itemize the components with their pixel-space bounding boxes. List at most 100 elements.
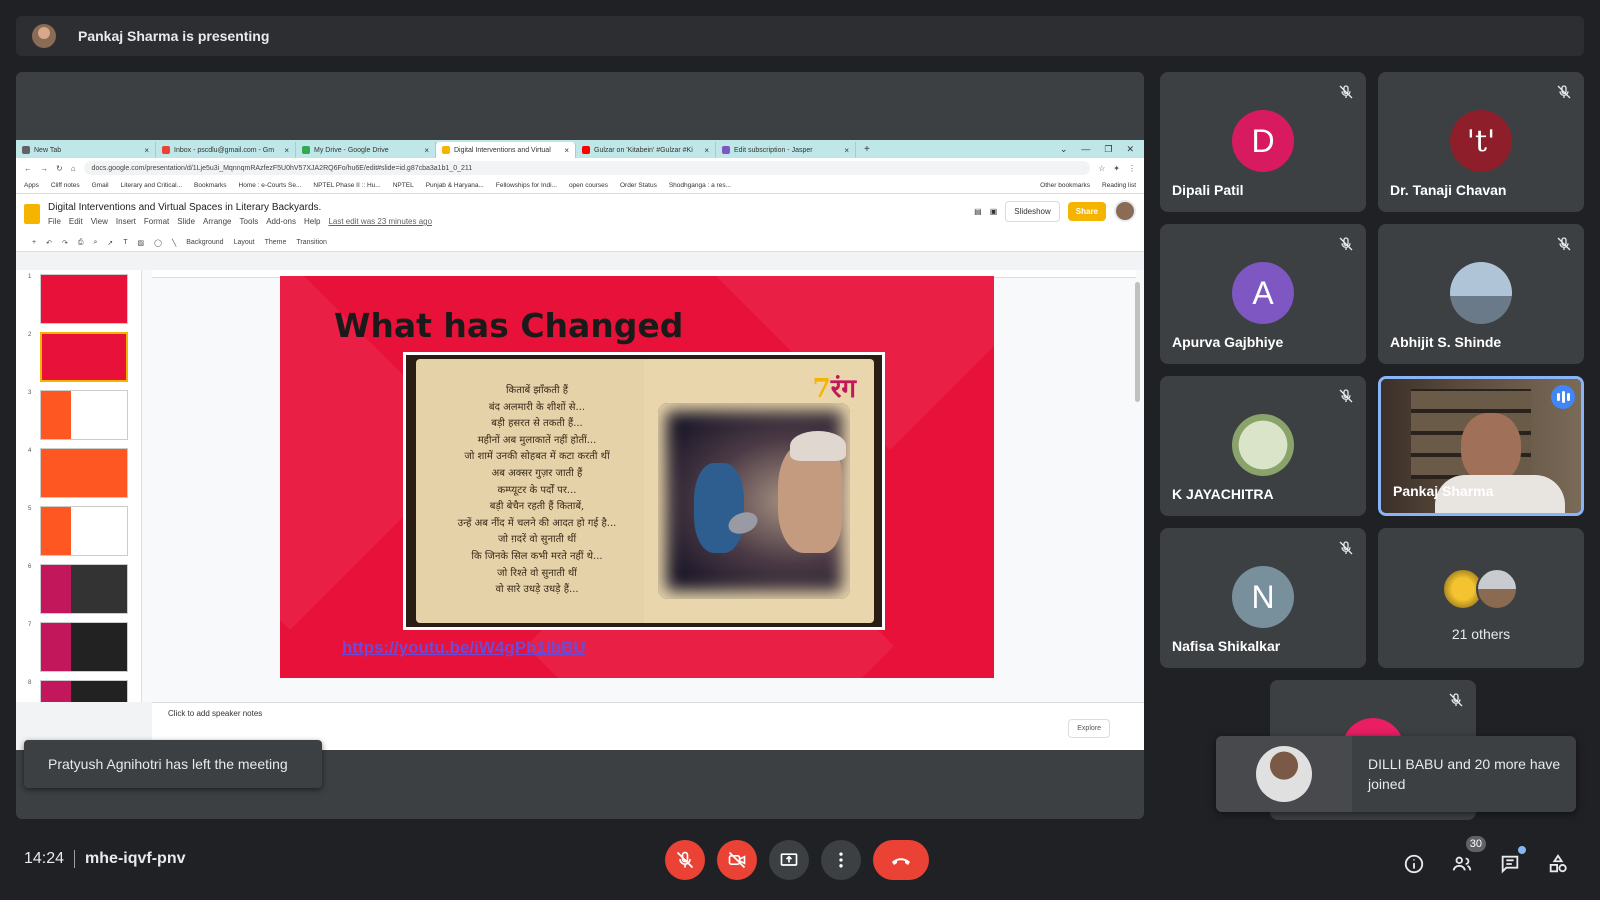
undo-icon[interactable]: ↶	[46, 239, 52, 247]
bookmark-item[interactable]: Cliff notes	[51, 182, 80, 189]
participant-tile-speaking[interactable]: Pankaj Sharma	[1378, 376, 1584, 516]
url-field[interactable]: docs.google.com/presentation/d/1Lje5u3i_…	[83, 161, 1091, 175]
reload-icon[interactable]: ↻	[56, 164, 63, 173]
bookmark-item[interactable]: Punjab & Haryana...	[426, 182, 484, 189]
print-icon[interactable]: ⎙	[78, 239, 84, 247]
participant-tile[interactable]: 't' Dr. Tanaji Chavan	[1378, 72, 1584, 212]
account-avatar[interactable]	[1114, 200, 1136, 222]
meeting-code[interactable]: mhe-iqvf-pnv	[85, 850, 185, 868]
home-icon[interactable]: ⌂	[71, 164, 76, 173]
minimize-icon[interactable]: —	[1081, 144, 1090, 155]
bookmark-item[interactable]: Other bookmarks	[1040, 182, 1090, 189]
participant-tile[interactable]: N Nafisa Shikalkar	[1160, 528, 1366, 668]
bookmark-item[interactable]: Literary and Critical...	[121, 182, 182, 189]
slide-thumbnail[interactable]	[40, 390, 128, 440]
browser-tab[interactable]: Gulzar on 'Kitabein' #Gulzar #Ki ×	[576, 142, 716, 158]
participant-tile[interactable]: Abhijit S. Shinde	[1378, 224, 1584, 364]
share-button[interactable]: Share	[1067, 201, 1106, 221]
back-icon[interactable]: ←	[24, 164, 32, 173]
slide-thumbnail-selected[interactable]	[40, 332, 128, 382]
bookmark-item[interactable]: Reading list	[1102, 182, 1136, 189]
toolbar-layout-button[interactable]: Layout	[234, 239, 255, 246]
leave-call-button[interactable]	[873, 840, 929, 880]
toolbar-theme-button[interactable]: Theme	[265, 239, 287, 246]
camera-toggle-button[interactable]	[717, 840, 757, 880]
people-button[interactable]: 30	[1448, 836, 1486, 878]
close-icon[interactable]: ✕	[1126, 144, 1134, 155]
select-icon[interactable]: ➚	[107, 239, 113, 247]
slide-video-link[interactable]: https://youtu.be/iW4gPb1lbBU	[342, 638, 586, 658]
bookmark-item[interactable]: Apps	[24, 182, 39, 189]
browser-tab[interactable]: New Tab ×	[16, 142, 156, 158]
maximize-icon[interactable]: ❐	[1104, 144, 1112, 155]
participant-tile[interactable]: A Apurva Gajbhiye	[1160, 224, 1366, 364]
chevron-down-icon[interactable]: ⌄	[1060, 144, 1068, 155]
close-icon[interactable]: ×	[424, 146, 429, 155]
bookmark-item[interactable]: open courses	[569, 182, 608, 189]
close-icon[interactable]: ×	[844, 146, 849, 155]
forward-icon[interactable]: →	[40, 164, 48, 173]
bookmark-item[interactable]: Home : e-Courts Se...	[239, 182, 302, 189]
more-options-button[interactable]	[821, 840, 861, 880]
browser-tab[interactable]: Edit subscription - Jasper ×	[716, 142, 856, 158]
scrollbar[interactable]	[1135, 282, 1140, 402]
participant-tile[interactable]: D Dipali Patil	[1160, 72, 1366, 212]
browser-tab[interactable]: Inbox - pscdlu@gmail.com - Gm ×	[156, 142, 296, 158]
comments-icon[interactable]: ▤	[974, 207, 982, 216]
slide-thumbnail[interactable]	[40, 622, 128, 672]
menu-item[interactable]: Help	[304, 217, 320, 226]
close-icon[interactable]: ×	[704, 146, 709, 155]
star-icon[interactable]: ☆	[1098, 164, 1105, 173]
others-tile[interactable]: 21 others	[1378, 528, 1584, 668]
textbox-icon[interactable]: T	[123, 239, 127, 246]
chat-button[interactable]	[1496, 846, 1526, 878]
last-edit-link[interactable]: Last edit was 23 minutes ago	[328, 217, 432, 226]
redo-icon[interactable]: ↷	[62, 239, 68, 247]
image-icon[interactable]: ▨	[138, 239, 145, 247]
new-tab-icon[interactable]: +	[856, 144, 878, 155]
slide-thumbnail[interactable]	[40, 506, 128, 556]
toolbar-background-button[interactable]: Background	[186, 239, 223, 246]
menu-icon[interactable]: ⋮	[1128, 164, 1136, 173]
mic-toggle-button[interactable]	[665, 840, 705, 880]
close-icon[interactable]: ×	[284, 146, 289, 155]
slide-thumbnail[interactable]	[40, 564, 128, 614]
menu-item[interactable]: Insert	[116, 217, 136, 226]
bookmark-item[interactable]: NPTEL	[393, 182, 414, 189]
participant-tile[interactable]: K JAYACHITRA	[1160, 376, 1366, 516]
slideshow-button[interactable]: Slideshow	[1005, 200, 1060, 222]
menu-item[interactable]: View	[91, 217, 108, 226]
document-title[interactable]: Digital Interventions and Virtual Spaces…	[48, 202, 432, 213]
meet-icon[interactable]: ▣	[990, 207, 998, 216]
toolbar-transition-button[interactable]: Transition	[296, 239, 326, 246]
bookmark-item[interactable]: Fellowships for Indi...	[496, 182, 557, 189]
shape-icon[interactable]: ◯	[154, 239, 162, 247]
browser-tab[interactable]: My Drive - Google Drive ×	[296, 142, 436, 158]
menu-item[interactable]: Edit	[69, 217, 83, 226]
bookmark-item[interactable]: Order Status	[620, 182, 657, 189]
line-icon[interactable]: ╲	[172, 239, 176, 247]
activities-button[interactable]	[1544, 850, 1572, 878]
menu-item[interactable]: Tools	[240, 217, 259, 226]
slide-thumbnail[interactable]	[40, 448, 128, 498]
close-icon[interactable]: ×	[564, 146, 569, 155]
bookmark-item[interactable]: NPTEL Phase II :: Hu...	[313, 182, 380, 189]
menu-item[interactable]: Slide	[177, 217, 195, 226]
menu-item[interactable]: File	[48, 217, 61, 226]
slides-logo-icon[interactable]	[24, 204, 40, 224]
menu-item[interactable]: Arrange	[203, 217, 231, 226]
zoom-icon[interactable]: ⌕	[93, 239, 97, 247]
bookmark-item[interactable]: Gmail	[92, 182, 109, 189]
menu-item[interactable]: Format	[144, 217, 169, 226]
present-screen-button[interactable]	[769, 840, 809, 880]
slide-thumbnail[interactable]	[40, 274, 128, 324]
current-slide[interactable]: What has Changed किताबें झाँकती हैं बंद …	[280, 276, 994, 678]
slide-thumbnail[interactable]	[40, 680, 128, 702]
extensions-icon[interactable]: ✦	[1113, 164, 1120, 173]
bookmark-item[interactable]: Shodhganga : a res...	[669, 182, 731, 189]
browser-tab-active[interactable]: Digital Interventions and Virtual ×	[436, 142, 576, 158]
menu-item[interactable]: Add-ons	[266, 217, 296, 226]
meeting-details-button[interactable]	[1400, 850, 1428, 878]
explore-button[interactable]: Explore	[1068, 719, 1110, 738]
add-icon[interactable]: +	[32, 239, 36, 246]
